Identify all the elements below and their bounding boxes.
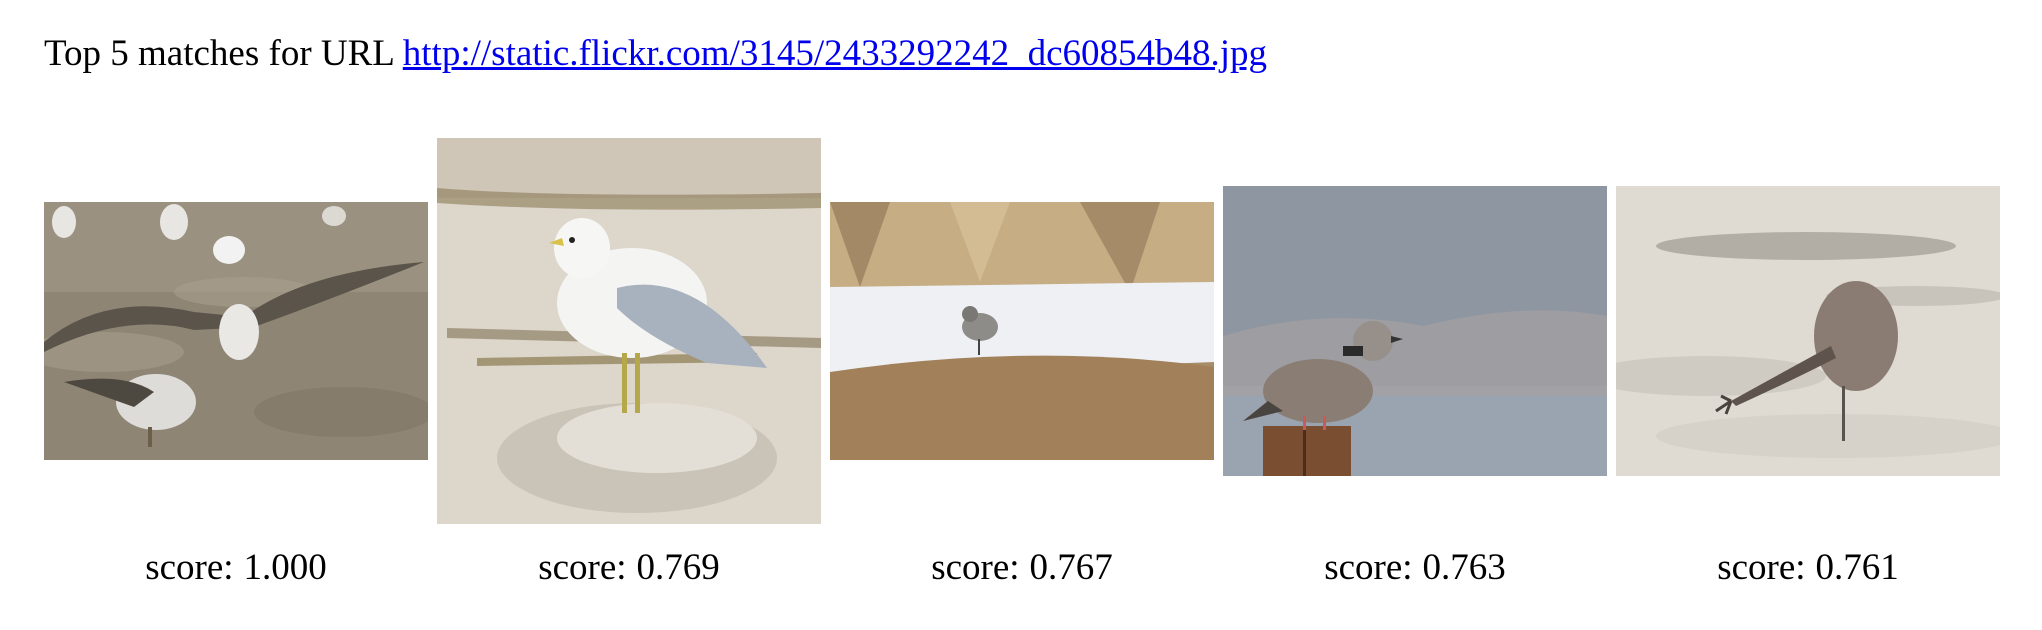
- result-card-2: score: 0.769: [437, 138, 821, 598]
- result-card-1: score: 1.000: [44, 138, 428, 598]
- result-card-4: score: 0.763: [1223, 138, 1607, 598]
- score-value: 0.767: [1029, 547, 1113, 588]
- query-url-link[interactable]: http://static.flickr.com/3145/2433292242…: [403, 33, 1267, 74]
- score-label: score:: [931, 547, 1020, 588]
- heading-prefix: Top 5 matches for URL: [44, 33, 394, 74]
- result-score-5: score: 0.761: [1616, 542, 2000, 594]
- score-label: score:: [538, 547, 627, 588]
- result-card-3: score: 0.767: [830, 138, 1214, 598]
- result-image-4[interactable]: [1223, 186, 1607, 476]
- score-value: 0.769: [636, 547, 720, 588]
- score-label: score:: [1717, 547, 1806, 588]
- result-image-3[interactable]: [830, 202, 1214, 460]
- result-score-4: score: 0.763: [1223, 542, 1607, 594]
- result-score-1: score: 1.000: [44, 542, 428, 594]
- score-value: 0.763: [1422, 547, 1506, 588]
- score-value: 1.000: [243, 547, 327, 588]
- result-score-2: score: 0.769: [437, 542, 821, 594]
- result-image-1[interactable]: [44, 202, 428, 460]
- result-image-5[interactable]: [1616, 186, 2000, 476]
- result-score-3: score: 0.767: [830, 542, 1214, 594]
- result-image-2[interactable]: [437, 138, 821, 524]
- score-value: 0.761: [1815, 547, 1899, 588]
- score-label: score:: [145, 547, 234, 588]
- page-heading: Top 5 matches for URL http://static.flic…: [44, 28, 1267, 80]
- result-card-5: score: 0.761: [1616, 138, 2000, 598]
- score-label: score:: [1324, 547, 1413, 588]
